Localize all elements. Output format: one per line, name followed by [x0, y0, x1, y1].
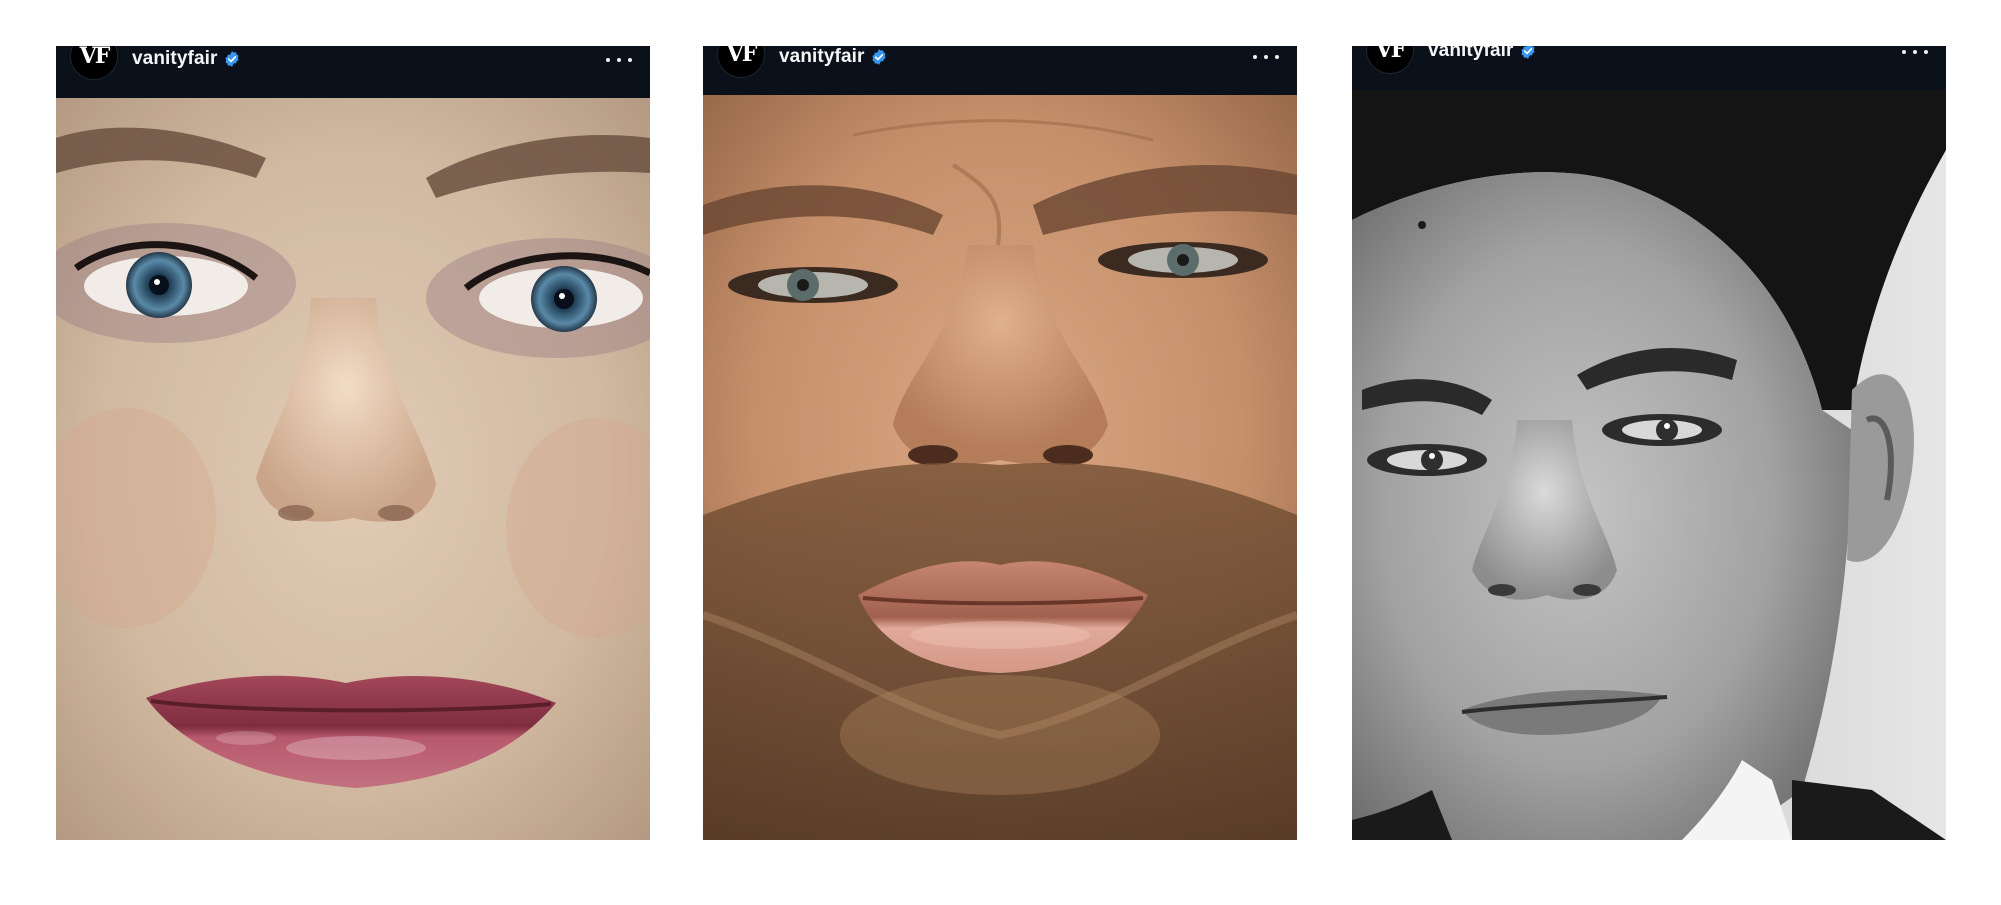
post-header: VF vanityfair — [1352, 46, 1946, 90]
avatar[interactable]: VF — [70, 46, 118, 80]
post-header: VF vanityfair — [703, 46, 1297, 95]
more-horizontal-icon[interactable] — [606, 50, 632, 70]
username-group[interactable]: vanityfair — [1428, 46, 1537, 62]
post-header: VF vanityfair — [56, 46, 650, 98]
instagram-post-2[interactable]: VF vanityfair — [703, 46, 1297, 840]
post-photo[interactable] — [703, 95, 1297, 840]
username[interactable]: vanityfair — [1428, 46, 1513, 62]
portrait-woman-image — [56, 98, 650, 840]
username-group[interactable]: vanityfair — [132, 48, 241, 70]
portrait-man-bearded-image — [703, 95, 1297, 840]
post-photo[interactable] — [56, 98, 650, 840]
more-horizontal-icon[interactable] — [1902, 46, 1928, 62]
username-group[interactable]: vanityfair — [779, 46, 888, 68]
portrait-man-bw-image — [1352, 90, 1946, 840]
more-horizontal-icon[interactable] — [1253, 47, 1279, 67]
username[interactable]: vanityfair — [132, 48, 217, 70]
avatar[interactable]: VF — [717, 46, 765, 78]
instagram-post-1[interactable]: VF vanityfair — [56, 46, 650, 840]
verified-badge-icon — [225, 51, 240, 67]
username[interactable]: vanityfair — [779, 46, 864, 68]
avatar[interactable]: VF — [1366, 46, 1414, 74]
verified-badge-icon — [872, 49, 887, 65]
post-photo[interactable] — [1352, 90, 1946, 840]
verified-badge-icon — [1521, 46, 1536, 59]
instagram-post-3[interactable]: VF vanityfair — [1352, 46, 1946, 840]
